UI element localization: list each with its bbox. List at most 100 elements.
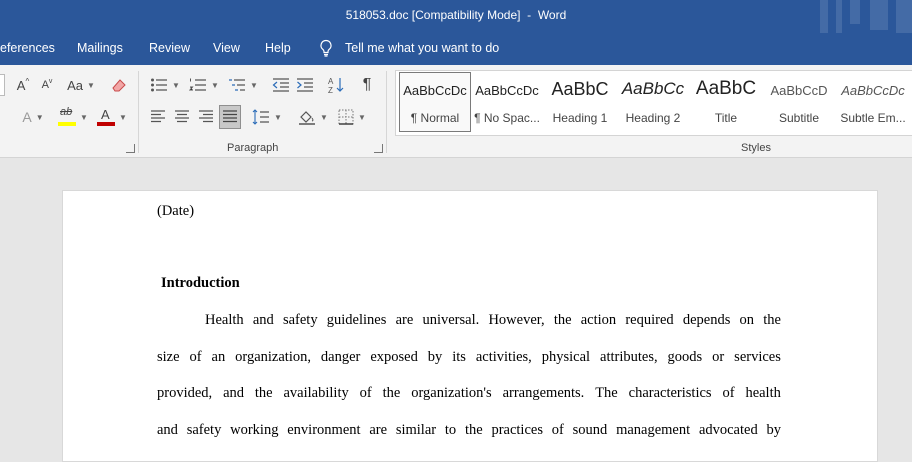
increase-indent-button[interactable] — [294, 74, 316, 96]
word: size — [157, 349, 180, 365]
numbering-icon — [189, 78, 207, 91]
title-decoration — [836, 0, 842, 33]
word: guidelines — [326, 312, 387, 328]
tab-view[interactable]: View — [213, 41, 240, 55]
word: of — [359, 385, 372, 401]
word: activities, — [475, 349, 532, 365]
word: of — [722, 385, 735, 401]
style-name: ¶ Normal — [410, 111, 460, 125]
title-decoration — [896, 0, 912, 33]
style-name: Heading 1 — [552, 111, 608, 125]
tab-references[interactable]: eferences — [0, 41, 55, 55]
align-right-icon — [199, 110, 213, 123]
font-dialog-launcher[interactable] — [126, 144, 135, 153]
change-case-button[interactable]: Aa ▼ — [64, 74, 98, 96]
shading-button[interactable]: ▼ — [296, 106, 330, 128]
paragraph-line: and safety working environment are similar to t… — [157, 422, 781, 439]
paint-bucket-icon — [299, 111, 316, 125]
style-name: ¶ No Spac... — [474, 111, 540, 125]
word: danger — [320, 349, 361, 365]
shrink-font-button[interactable]: Av — [36, 74, 58, 96]
word: are — [369, 422, 388, 438]
style-no-spacing[interactable]: AaBbCcDc ¶ No Spac... — [472, 73, 542, 131]
word: the — [382, 385, 401, 401]
word: safety — [186, 422, 222, 438]
bullets-icon — [151, 78, 168, 92]
style-name: Subtitle — [778, 111, 820, 125]
align-center-button[interactable] — [171, 106, 193, 128]
align-left-icon — [151, 110, 165, 123]
style-name: Heading 2 — [625, 111, 681, 125]
multilevel-list-button[interactable]: ▼ — [225, 74, 261, 96]
decrease-indent-button[interactable] — [270, 74, 292, 96]
highlight-button[interactable]: ab ▼ — [54, 106, 92, 128]
word: organization, — [235, 349, 311, 365]
style-heading-1[interactable]: AaBbC Heading 1 — [545, 73, 615, 131]
highlight-color-swatch — [58, 122, 77, 126]
word: its — [452, 349, 466, 365]
title-bar: 518053.doc [Compatibility Mode] - Word — [0, 0, 912, 33]
word: are — [395, 312, 414, 328]
style-subtle-emphasis[interactable]: AaBbCcDc Subtle Em... — [837, 73, 909, 131]
style-heading-2[interactable]: AaBbCc Heading 2 — [618, 73, 688, 131]
word: and — [223, 385, 244, 401]
style-name: Subtle Em... — [840, 111, 906, 125]
word: management — [616, 422, 691, 438]
style-preview: AaBbCcDc — [475, 83, 539, 98]
title-decoration — [850, 0, 860, 24]
justify-button[interactable] — [219, 105, 241, 129]
borders-button[interactable]: ▼ — [335, 106, 369, 128]
word: attributes, — [600, 349, 658, 365]
show-marks-button[interactable]: ¶ — [356, 74, 378, 96]
word: an — [211, 349, 226, 365]
align-left-button[interactable] — [147, 106, 169, 128]
word: However, — [488, 312, 545, 328]
word: by — [766, 422, 782, 438]
word: required — [625, 312, 674, 328]
font-size-box[interactable] — [0, 74, 5, 96]
paragraph-line: Health and safety guidelines are universal. Ho… — [205, 312, 781, 329]
font-color-button[interactable]: A ▼ — [94, 106, 130, 128]
sort-icon: A Z — [328, 77, 344, 94]
bullets-button[interactable]: ▼ — [147, 74, 183, 96]
line-spacing-button[interactable]: ▼ — [250, 106, 284, 128]
document-page[interactable]: (Date) Introduction Health and safety guide… — [62, 190, 878, 462]
sort-button[interactable]: A Z — [325, 74, 347, 96]
line-spacing-icon — [252, 109, 270, 125]
tab-mailings[interactable]: Mailings — [77, 41, 123, 55]
numbering-button[interactable]: ▼ — [186, 74, 222, 96]
grow-font-button[interactable]: A ^ — [12, 74, 34, 96]
ribbon: A ^ Av Aa ▼ A ▼ ab ▼ A ▼ ▼ ▼ ▼ A Z ¶ ▼ ▼… — [0, 65, 912, 158]
word: advocated — [698, 422, 758, 438]
style-normal[interactable]: AaBbCcDc ¶ Normal — [399, 72, 471, 132]
increase-indent-icon — [297, 78, 313, 92]
borders-icon — [338, 109, 354, 125]
text-effects-button[interactable]: A ▼ — [20, 106, 46, 128]
svg-text:A: A — [328, 77, 334, 86]
style-preview: AaBbC — [695, 78, 757, 99]
text-effects-icon: A — [22, 109, 32, 125]
highlight-icon: ab — [60, 106, 73, 118]
pilcrow-icon: ¶ — [362, 76, 372, 93]
section-heading: Introduction — [161, 275, 240, 291]
tell-me-search[interactable]: Tell me what you want to do — [345, 41, 499, 55]
tab-help[interactable]: Help — [265, 41, 291, 55]
change-case-icon: Aa — [67, 77, 83, 93]
shrink-font-icon: A — [41, 79, 49, 91]
justify-icon — [223, 110, 237, 123]
group-separator — [386, 71, 387, 153]
word: to — [444, 422, 457, 438]
word: working — [230, 422, 279, 438]
style-subtitle[interactable]: AaBbCcD Subtitle — [764, 73, 834, 131]
tab-review[interactable]: Review — [149, 41, 190, 55]
style-name: Title — [714, 111, 738, 125]
word: sound — [572, 422, 608, 438]
window-title: 518053.doc [Compatibility Mode] - Word — [345, 8, 567, 22]
word: universal. — [422, 312, 480, 328]
word: characteristics — [628, 385, 712, 401]
word: the — [464, 422, 483, 438]
clear-formatting-button[interactable] — [108, 74, 130, 96]
paragraph-dialog-launcher[interactable] — [374, 144, 383, 153]
style-title[interactable]: AaBbC Title — [691, 73, 761, 131]
align-right-button[interactable] — [195, 106, 217, 128]
